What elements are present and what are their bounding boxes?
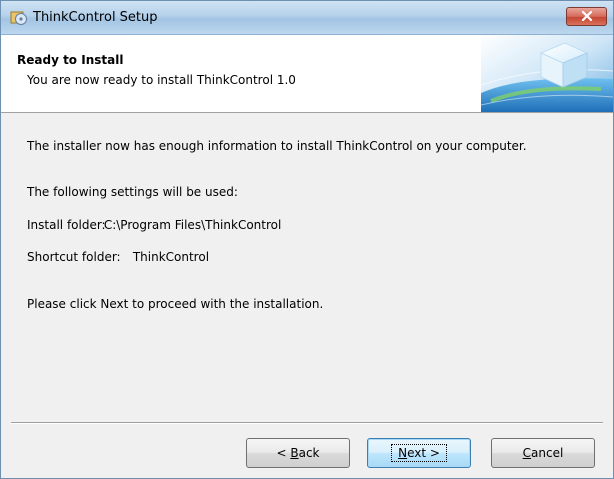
shortcut-folder-label: Shortcut folder: — [27, 250, 121, 264]
title-bar[interactable]: ThinkControl Setup — [1, 1, 613, 35]
header-panel: Ready to Install You are now ready to in… — [1, 35, 614, 113]
globe-cube-banner — [480, 35, 614, 112]
install-folder-value: C:\Program Files\ThinkControl — [103, 218, 282, 232]
next-button-label: Next > — [391, 444, 447, 462]
intro-text: The installer now has enough information… — [27, 139, 527, 153]
shortcut-folder-row: Shortcut folder: ThinkControl — [27, 250, 209, 264]
shortcut-folder-value: ThinkControl — [132, 250, 210, 264]
cancel-button[interactable]: Cancel — [491, 438, 595, 468]
install-folder-label: Install folder: — [27, 218, 106, 232]
close-x-icon — [581, 10, 593, 24]
footer-divider — [11, 422, 603, 424]
cancel-button-label: Cancel — [522, 446, 564, 460]
proceed-text: Please click Next to proceed with the in… — [27, 297, 324, 311]
settings-heading: The following settings will be used: — [27, 185, 238, 199]
setup-window: ThinkControl Setup Ready to Install You … — [0, 0, 614, 479]
window-title: ThinkControl Setup — [33, 10, 158, 25]
page-subtitle: You are now ready to install ThinkContro… — [27, 73, 296, 87]
back-button[interactable]: < Back — [246, 438, 350, 468]
close-button[interactable] — [566, 7, 607, 26]
page-title: Ready to Install — [17, 53, 124, 67]
back-button-label: < Back — [276, 446, 320, 460]
setup-disc-icon — [10, 9, 27, 26]
install-folder-row: Install folder: C:\Program Files\ThinkCo… — [27, 218, 281, 232]
next-button[interactable]: Next > — [367, 438, 471, 468]
